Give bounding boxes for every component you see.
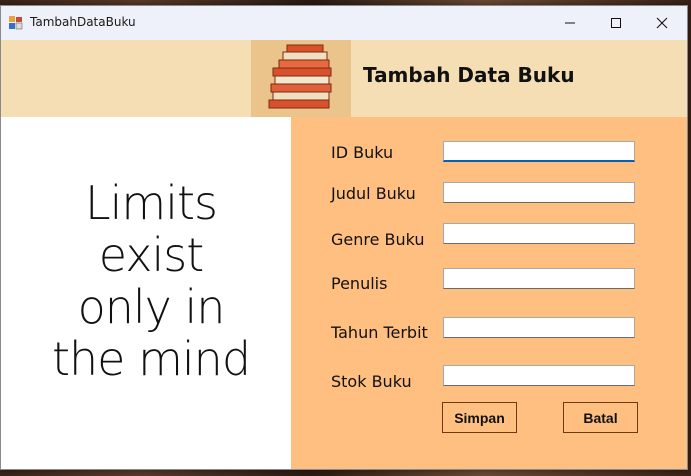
maximize-button[interactable] [593, 6, 639, 40]
penulis-field[interactable] [443, 268, 635, 289]
poster-quote: Limits exist only in the mind [41, 177, 261, 385]
app-window: TambahDataBuku Tambah Data Buku Limits e… [0, 5, 688, 470]
book-stack-image [251, 40, 351, 117]
tahun-terbit-label: Tahun Terbit [331, 323, 428, 342]
genre-buku-label: Genre Buku [331, 230, 425, 249]
judul-buku-label: Judul Buku [331, 184, 416, 203]
cancel-button[interactable]: Batal [563, 402, 638, 433]
header-banner: Tambah Data Buku [1, 40, 687, 117]
book-stack-icon [268, 44, 332, 109]
close-icon [656, 17, 668, 29]
app-form-icon [9, 16, 23, 30]
genre-buku-field[interactable] [443, 223, 635, 244]
poster-line: exist [98, 228, 205, 282]
stok-buku-field[interactable] [443, 365, 635, 386]
stok-buku-label: Stok Buku [331, 372, 412, 391]
poster-line: only in [77, 280, 226, 334]
judul-buku-field[interactable] [443, 182, 635, 203]
title-bar[interactable]: TambahDataBuku [1, 6, 687, 40]
id-buku-field[interactable] [443, 141, 635, 162]
id-buku-label: ID Buku [331, 143, 394, 162]
save-button[interactable]: Simpan [442, 402, 517, 433]
motivation-poster: Limits exist only in the mind [1, 117, 291, 469]
minimize-button[interactable] [547, 6, 593, 40]
poster-line: Limits [85, 176, 218, 230]
penulis-label: Penulis [331, 274, 388, 293]
book-form: ID Buku Judul Buku Genre Buku Penulis Ta… [291, 117, 687, 469]
tahun-terbit-field[interactable] [443, 317, 635, 338]
page-title: Tambah Data Buku [363, 63, 575, 87]
maximize-icon [611, 18, 621, 28]
poster-line: the mind [51, 332, 251, 386]
window-title: TambahDataBuku [30, 15, 136, 29]
close-button[interactable] [639, 6, 685, 40]
minimize-icon [565, 22, 575, 24]
